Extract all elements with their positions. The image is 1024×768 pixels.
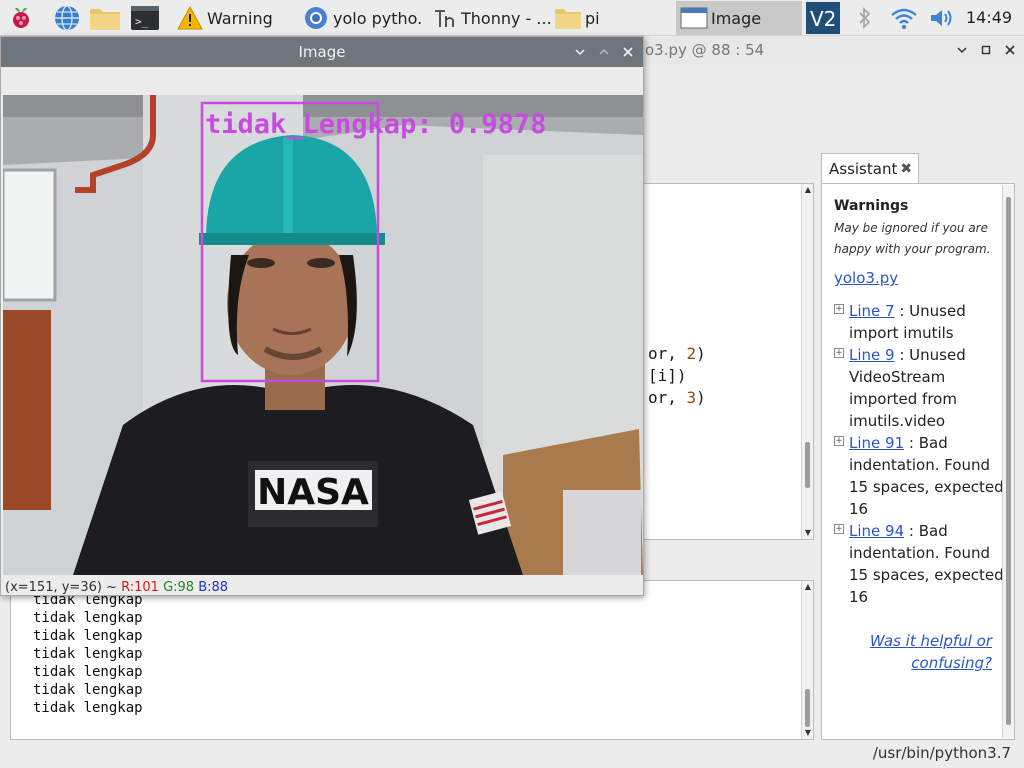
task-label: pi [585,8,600,28]
shirt-logo: NASA [257,472,369,513]
code-line: or, 3) [648,388,706,407]
warning-line-link[interactable]: Line 94 [849,522,904,540]
task-warning[interactable]: Warning [172,1,296,35]
scroll-thumb[interactable] [805,442,810,488]
task-label: yolo pytho... [333,8,422,28]
shell-line: tidak lengkap [33,682,143,698]
warning-line-link[interactable]: Line 7 [849,302,895,320]
chevron-up-icon [599,48,609,55]
task-label: Warning [207,8,273,28]
shell-line: tidak lengkap [33,610,143,626]
close-button[interactable] [1000,40,1020,60]
task-pi-folder[interactable]: pi [550,1,674,35]
minimize-button[interactable] [571,43,589,61]
image-toolbar [1,67,643,95]
scroll-thumb[interactable] [805,689,810,727]
pixel-readout: (x=151, y=36) ~ R:101 G:98 B:88 [5,580,229,595]
assistant-scrollbar[interactable] [1002,185,1014,738]
expand-icon[interactable]: + [834,304,844,314]
task-chromium[interactable]: yolo pytho... [298,1,422,35]
scroll-down-icon[interactable]: ▼ [804,528,812,537]
folder-icon [554,4,582,32]
vnc-icon[interactable]: V2 [805,2,841,34]
thonny-icon [430,4,458,32]
raspberry-menu-icon[interactable] [4,2,38,34]
scroll-up-icon[interactable]: ▲ [804,185,812,194]
task-image[interactable]: Image [676,1,802,35]
interpreter-status[interactable]: /usr/bin/python3.7 [873,744,1011,762]
close-icon [1005,45,1015,55]
scroll-up-icon[interactable]: ▲ [804,582,812,591]
maximize-button[interactable] [976,40,996,60]
assistant-subtitle: May be ignored if you are happy with you… [834,221,991,256]
bluetooth-icon[interactable] [852,2,878,34]
svg-text:V2: V2 [810,7,836,31]
minimize-button[interactable] [952,40,972,60]
expand-icon[interactable]: + [834,348,844,358]
image-window: Image NASA tidak_Lengkap: 0.9878 (x=151,… [0,36,644,596]
volume-icon[interactable] [926,2,958,34]
shell-line: tidak lengkap [33,628,143,644]
assistant-panel: Warnings May be ignored if you are happy… [821,183,1015,740]
close-icon[interactable]: ✖ [900,161,912,177]
chromium-icon [302,4,330,32]
terminal-icon[interactable]: >_ [128,2,162,34]
file-manager-icon[interactable] [88,2,122,34]
tab-label: Assistant [829,160,898,178]
shell-scrollbar[interactable]: ▲ ▼ [801,581,813,739]
taskbar: >_ Warning yolo pytho... Thonny - ... pi… [0,0,1024,36]
image-window-title: Image [298,43,346,61]
close-icon [623,47,633,57]
task-label: Thonny - ... [461,8,550,28]
warning-line-link[interactable]: Line 9 [849,346,895,364]
expand-icon[interactable]: + [834,436,844,446]
task-thonny[interactable]: Thonny - ... [426,1,550,35]
file-link[interactable]: yolo3.py [834,269,898,287]
scroll-down-icon[interactable]: ▼ [804,728,812,737]
expand-icon[interactable]: + [834,524,844,534]
warning-line-link[interactable]: Line 91 [849,434,904,452]
chevron-down-icon [957,47,967,54]
thonny-title: o3.py @ 88 : 54 [645,41,765,59]
shell-panel[interactable]: tidak lengkap tidak lengkap tidak lengka… [10,580,814,740]
assistant-heading: Warnings [834,198,909,214]
scroll-thumb[interactable] [1006,197,1011,725]
shell-line: tidak lengkap [33,664,143,680]
square-icon [981,45,991,55]
detection-label: tidak_Lengkap: 0.9878 [205,109,546,140]
close-button[interactable] [619,43,637,61]
warning-icon [176,4,204,32]
wifi-icon[interactable] [888,2,920,34]
task-label: Image [711,8,762,28]
shell-line: tidak lengkap [33,700,143,716]
maximize-button[interactable] [595,43,613,61]
web-browser-icon[interactable] [50,2,84,34]
svg-text:>_: >_ [135,15,149,28]
feedback-link[interactable]: Was it helpful or confusing? [842,630,992,674]
camera-photo: NASA tidak_Lengkap: 0.9878 [3,95,643,575]
clock[interactable]: 14:49 [966,0,1012,36]
shell-line: tidak lengkap [33,646,143,662]
tab-assistant[interactable]: Assistant ✖ [821,153,919,184]
code-line: [i]) [648,366,687,385]
code-line: or, 2) [648,344,706,363]
window-icon [680,4,708,32]
chevron-down-icon [575,49,585,56]
camera-frame[interactable]: NASA tidak_Lengkap: 0.9878 [3,95,643,575]
editor-scrollbar[interactable]: ▲ ▼ [801,184,813,539]
